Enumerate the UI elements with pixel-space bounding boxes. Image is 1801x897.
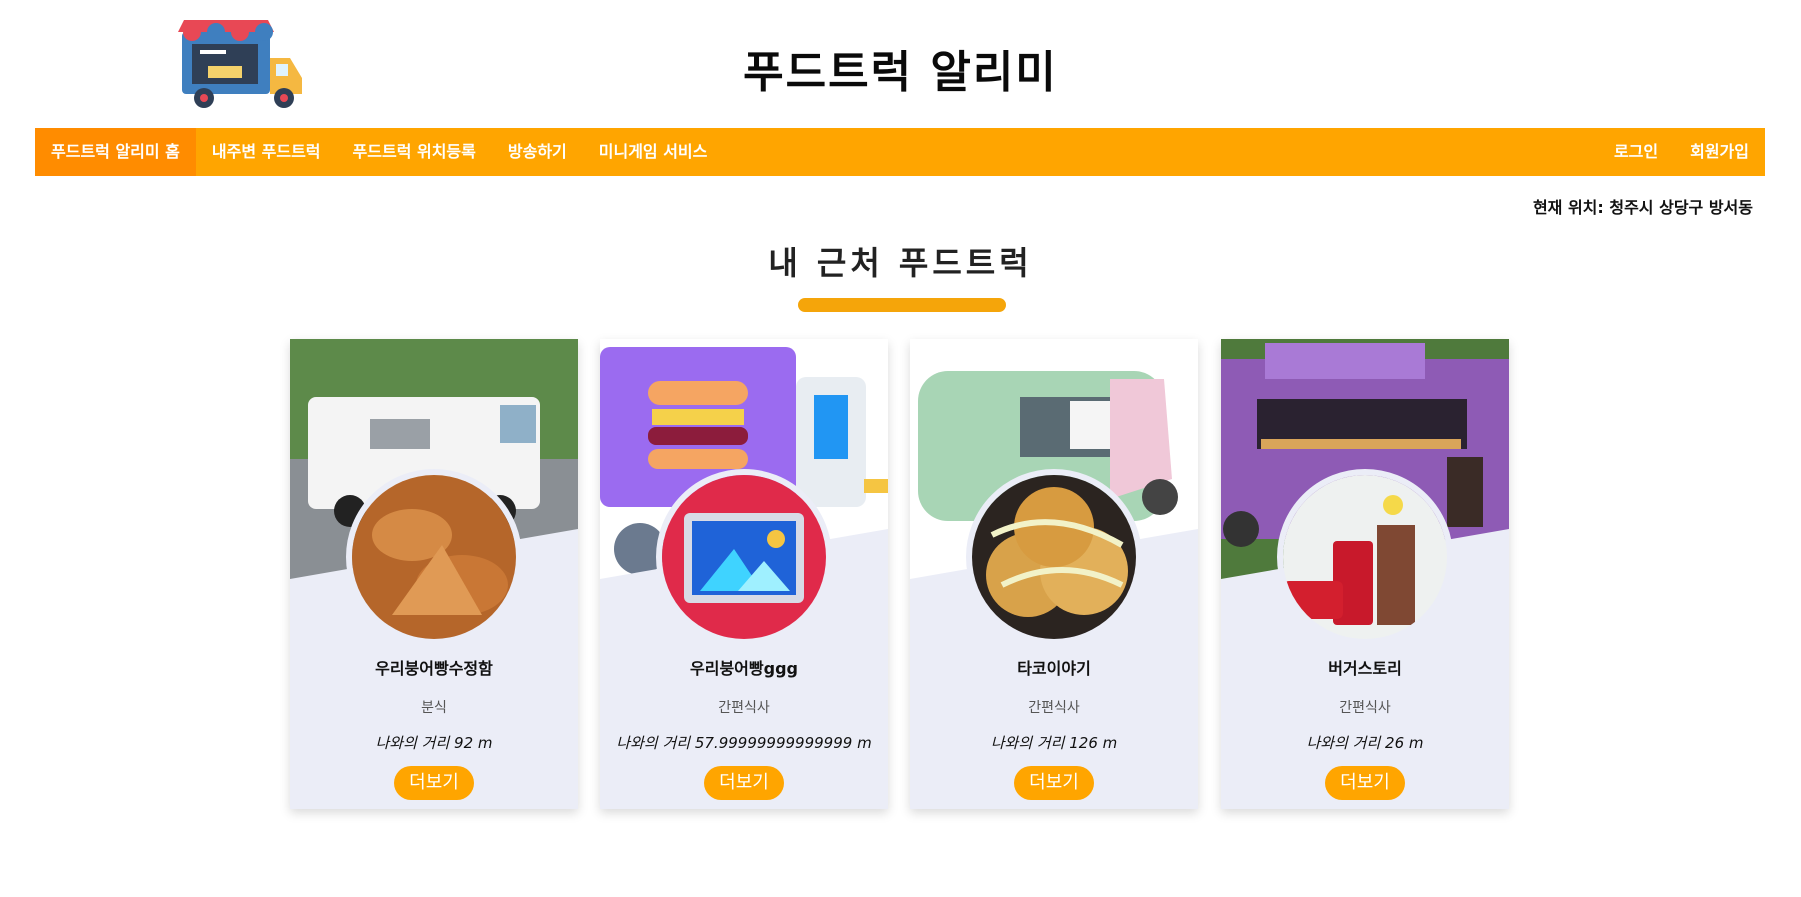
truck-category: 간편식사 <box>718 700 770 716</box>
nav-signup[interactable]: 회원가입 <box>1674 128 1765 176</box>
more-button[interactable]: 더보기 <box>1014 766 1094 800</box>
truck-name: 버거스토리 <box>1328 659 1402 678</box>
truck-name: 우리붕어빵ggg <box>690 659 798 678</box>
truck-card[interactable]: 우리붕어빵수정함 분식 나와의 거리 92 m 더보기 <box>290 339 578 809</box>
nav-register-location[interactable]: 푸드트럭 위치등록 <box>337 128 492 176</box>
food-photo <box>1277 469 1453 645</box>
header: 푸드트럭 알리미 <box>0 0 1801 128</box>
more-button[interactable]: 더보기 <box>1325 766 1405 800</box>
food-photo <box>966 469 1142 645</box>
truck-distance: 나와의 거리 26 m <box>1306 734 1424 752</box>
truck-category: 간편식사 <box>1339 700 1391 716</box>
truck-distance: 나와의 거리 57.99999999999999 m <box>616 734 872 752</box>
current-location: 현재 위치: 청주시 상당구 방서동 <box>1532 198 1753 217</box>
truck-card[interactable]: 버거스토리 간편식사 나와의 거리 26 m 더보기 <box>1221 339 1509 809</box>
food-photo <box>346 469 522 645</box>
nav-nearby-trucks[interactable]: 내주변 푸드트럭 <box>196 128 337 176</box>
nav-broadcast[interactable]: 방송하기 <box>492 128 583 176</box>
site-title[interactable]: 푸드트럭 알리미 <box>0 36 1801 100</box>
truck-card[interactable]: 타코이야기 간편식사 나와의 거리 126 m 더보기 <box>910 339 1198 809</box>
truck-name: 타코이야기 <box>1017 659 1091 678</box>
truck-distance: 나와의 거리 126 m <box>990 734 1118 752</box>
nav-minigame[interactable]: 미니게임 서비스 <box>583 128 724 176</box>
truck-category: 분식 <box>421 700 447 716</box>
nav-login[interactable]: 로그인 <box>1598 128 1674 176</box>
truck-distance: 나와의 거리 92 m <box>375 734 493 752</box>
truck-name: 우리붕어빵수정함 <box>375 659 493 678</box>
title-underline <box>798 298 1006 312</box>
food-photo <box>656 469 832 645</box>
main-nav: 푸드트럭 알리미 홈 내주변 푸드트럭 푸드트럭 위치등록 방송하기 미니게임 … <box>35 128 1765 176</box>
truck-category: 간편식사 <box>1028 700 1080 716</box>
section-title: 내 근처 푸드트럭 <box>768 244 1033 282</box>
more-button[interactable]: 더보기 <box>704 766 784 800</box>
truck-card[interactable]: 우리붕어빵ggg 간편식사 나와의 거리 57.99999999999999 m… <box>600 339 888 809</box>
nav-home[interactable]: 푸드트럭 알리미 홈 <box>35 128 196 176</box>
more-button[interactable]: 더보기 <box>394 766 474 800</box>
